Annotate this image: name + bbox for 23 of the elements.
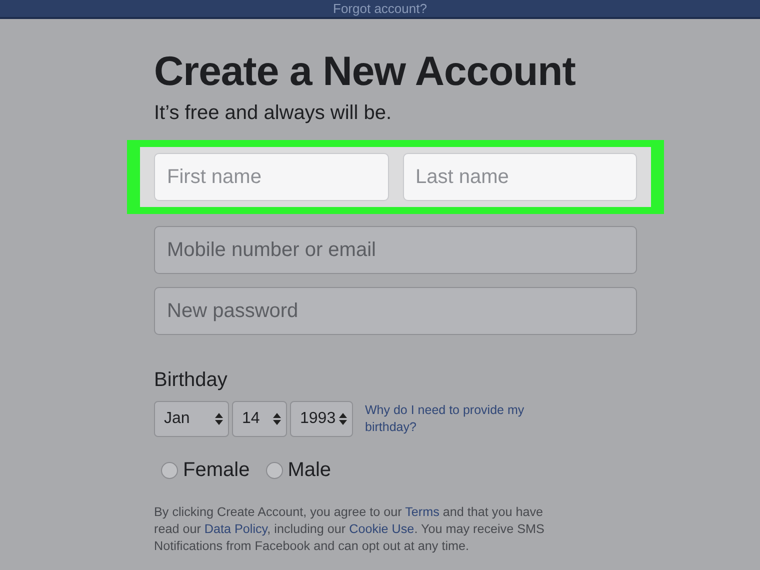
contact-field[interactable]: Mobile number or email [154, 226, 637, 274]
radio-icon[interactable] [266, 462, 283, 479]
policy-link[interactable]: Terms [405, 505, 440, 520]
forgot-account-link[interactable]: Forgot account? [333, 2, 427, 15]
password-field[interactable]: New password [154, 287, 637, 336]
sort-icon [339, 413, 347, 426]
sort-icon [215, 413, 223, 426]
day-select[interactable]: 14 [232, 401, 287, 438]
policy-link[interactable]: Cookie Use [349, 522, 414, 536]
last-name-field[interactable]: Last name [402, 153, 637, 202]
terms-text: By clicking Create Account, you agree to our Terms and that you have read our Data Policy, including our Cookie Use. You may receive SMS Notifications from Facebook and can opt out at any time. [154, 504, 546, 556]
page-title: Create a New Account [154, 47, 576, 96]
gender-radio[interactable]: Female [161, 455, 250, 486]
policy-link[interactable]: Data Policy [204, 522, 268, 536]
birthday-label: Birthday [154, 368, 228, 394]
month-select[interactable]: Jan [154, 401, 229, 438]
first-name-field[interactable]: First name [154, 153, 388, 202]
year-select[interactable]: 1993 [290, 401, 353, 438]
radio-icon[interactable] [161, 462, 178, 479]
sort-icon [273, 413, 281, 426]
birthday-help-link[interactable]: Why do I need to provide my birthday? [365, 402, 555, 436]
gender-radio[interactable]: Male [266, 455, 332, 486]
subtitle: It’s free and always will be. [154, 101, 393, 126]
